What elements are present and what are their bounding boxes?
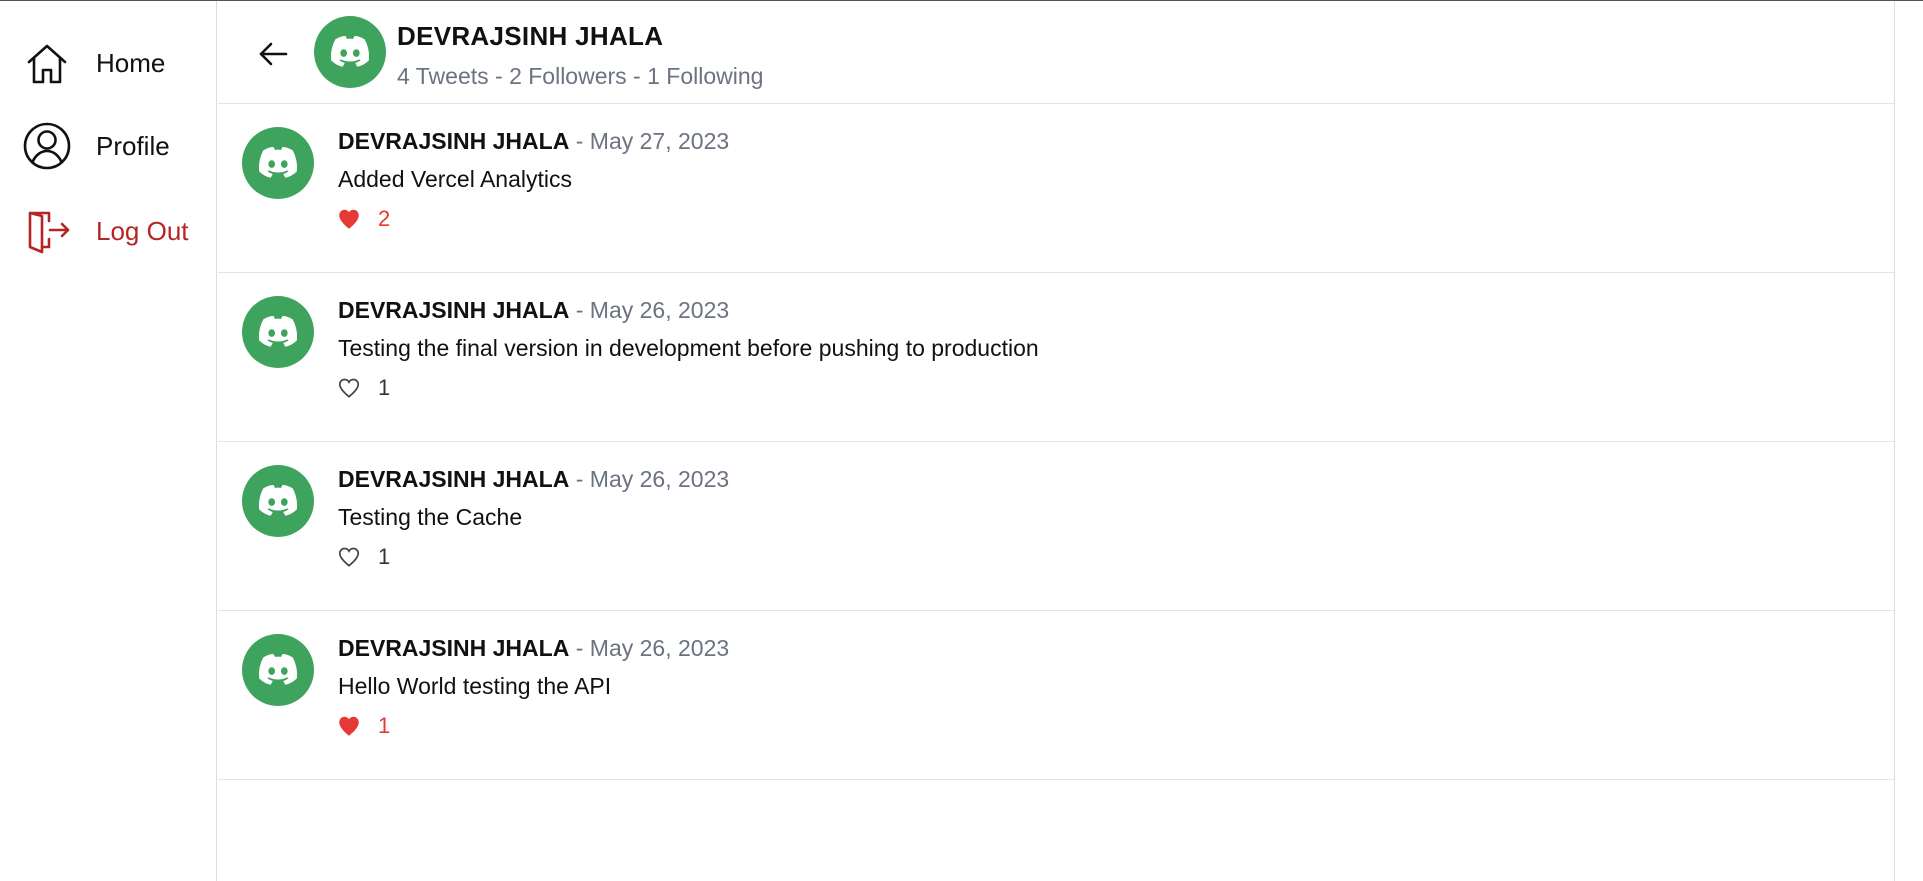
tweet-text: Added Vercel Analytics — [338, 166, 572, 192]
back-button[interactable] — [253, 34, 293, 74]
heart-filled-icon — [339, 716, 359, 736]
tweet-separator: - — [575, 128, 584, 154]
tweet-author[interactable]: DEVRAJSINH JHALA — [338, 635, 569, 661]
home-icon — [27, 44, 67, 84]
avatar — [242, 634, 314, 706]
profile-name: DEVRAJSINH JHALA — [397, 21, 664, 51]
discord-icon — [330, 36, 370, 67]
like-button[interactable]: 1 — [336, 711, 390, 741]
sidebar-item-label: Log Out — [96, 215, 189, 246]
heart-filled-icon — [339, 209, 359, 229]
avatar — [242, 296, 314, 368]
tweet-separator: - — [575, 466, 584, 492]
tweet-item: DEVRAJSINH JHALA - May 26, 2023 Hello Wo… — [218, 611, 1894, 780]
tweet-item: DEVRAJSINH JHALA - May 26, 2023 Testing … — [218, 273, 1894, 442]
tweet-meta: DEVRAJSINH JHALA - May 26, 2023 — [338, 635, 729, 662]
like-button[interactable]: 2 — [336, 204, 390, 234]
sidebar-item-logout[interactable]: Log Out — [22, 203, 189, 259]
avatar — [314, 16, 386, 88]
like-button[interactable]: 1 — [336, 373, 390, 403]
tweet-meta: DEVRAJSINH JHALA - May 26, 2023 — [338, 297, 729, 324]
like-count: 2 — [378, 206, 391, 231]
heart-outline-icon — [338, 547, 360, 567]
sidebar-item-home[interactable]: Home — [22, 35, 165, 91]
tweet-separator: - — [575, 297, 584, 323]
like-button[interactable]: 1 — [336, 542, 390, 572]
sidebar: Home Profile Log Out — [0, 1, 217, 881]
tweet-item: DEVRAJSINH JHALA - May 26, 2023 Testing … — [218, 442, 1894, 611]
tweet-author[interactable]: DEVRAJSINH JHALA — [338, 466, 569, 492]
tweet-date: May 26, 2023 — [589, 297, 730, 323]
tweet-item: DEVRAJSINH JHALA - May 27, 2023 Added Ve… — [218, 104, 1894, 273]
profile-feed: DEVRAJSINH JHALA 4 Tweets - 2 Followers … — [218, 1, 1895, 881]
profile-stats: 4 Tweets - 2 Followers - 1 Following — [397, 63, 764, 89]
like-count: 1 — [378, 544, 391, 569]
avatar — [242, 465, 314, 537]
sidebar-item-profile[interactable]: Profile — [22, 118, 170, 174]
sidebar-item-label: Home — [96, 47, 166, 78]
tweet-text: Testing the final version in development… — [338, 335, 1039, 361]
sidebar-item-label: Profile — [96, 130, 170, 161]
tweet-meta: DEVRAJSINH JHALA - May 27, 2023 — [338, 128, 729, 155]
arrow-left-icon — [259, 42, 288, 66]
user-circle-icon — [23, 122, 71, 170]
tweet-text: Testing the Cache — [338, 504, 523, 530]
heart-outline-icon — [338, 378, 360, 398]
discord-icon — [258, 654, 298, 685]
discord-icon — [258, 485, 298, 516]
discord-icon — [258, 316, 298, 347]
tweet-date: May 27, 2023 — [589, 128, 730, 154]
tweet-date: May 26, 2023 — [589, 635, 730, 661]
like-count: 1 — [378, 713, 391, 738]
logout-icon — [28, 211, 70, 254]
tweet-text: Hello World testing the API — [338, 673, 612, 699]
tweet-author[interactable]: DEVRAJSINH JHALA — [338, 297, 569, 323]
profile-header: DEVRAJSINH JHALA 4 Tweets - 2 Followers … — [218, 1, 1894, 104]
avatar — [242, 127, 314, 199]
tweet-meta: DEVRAJSINH JHALA - May 26, 2023 — [338, 466, 729, 493]
tweet-separator: - — [575, 635, 584, 661]
discord-icon — [258, 147, 298, 178]
tweet-author[interactable]: DEVRAJSINH JHALA — [338, 128, 569, 154]
tweet-date: May 26, 2023 — [589, 466, 730, 492]
like-count: 1 — [378, 375, 391, 400]
